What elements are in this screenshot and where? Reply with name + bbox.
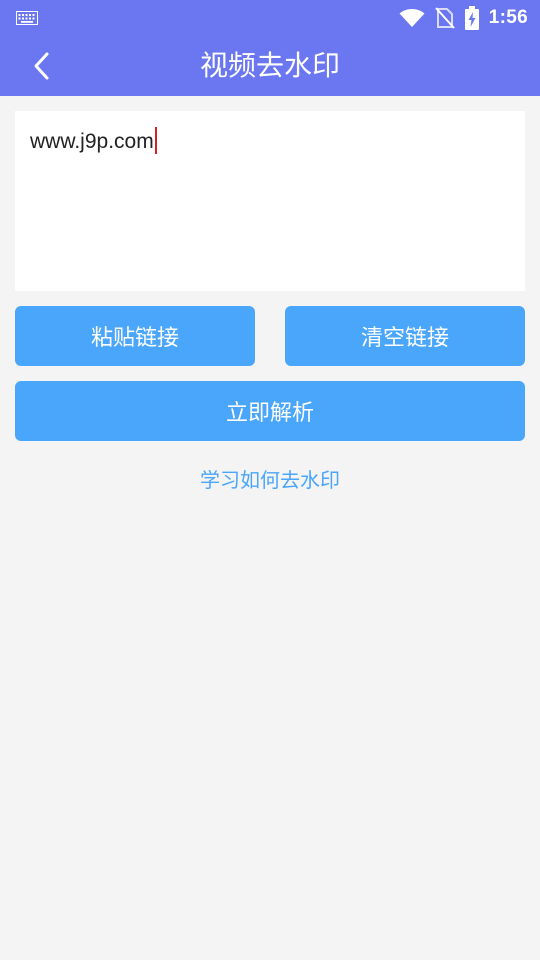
wifi-icon (399, 9, 425, 27)
header: 1:56 视频去水印 (0, 0, 540, 96)
keyboard-icon (16, 11, 38, 25)
status-bar: 1:56 (0, 0, 540, 36)
parse-now-button[interactable]: 立即解析 (15, 381, 525, 441)
screen: 1:56 视频去水印 www.j9p.com 粘贴链接 清空链接 立即解析 学习… (0, 0, 540, 960)
text-caret (154, 126, 157, 154)
battery-charging-icon (464, 6, 479, 30)
clear-link-button[interactable]: 清空链接 (285, 306, 525, 366)
status-icons: 1:56 (399, 0, 528, 36)
paste-link-button[interactable]: 粘贴链接 (15, 306, 255, 366)
page-title: 视频去水印 (199, 49, 340, 82)
app-bar: 视频去水印 (0, 36, 540, 96)
link-input-text[interactable]: www.j9p.com (30, 126, 157, 157)
no-sim-icon (435, 7, 455, 29)
link-input[interactable]: www.j9p.com (15, 111, 525, 291)
link-input-value: www.j9p.com (30, 130, 154, 153)
status-time: 1:56 (488, 7, 528, 28)
learn-remove-watermark-link[interactable]: 学习如何去水印 (0, 464, 540, 496)
